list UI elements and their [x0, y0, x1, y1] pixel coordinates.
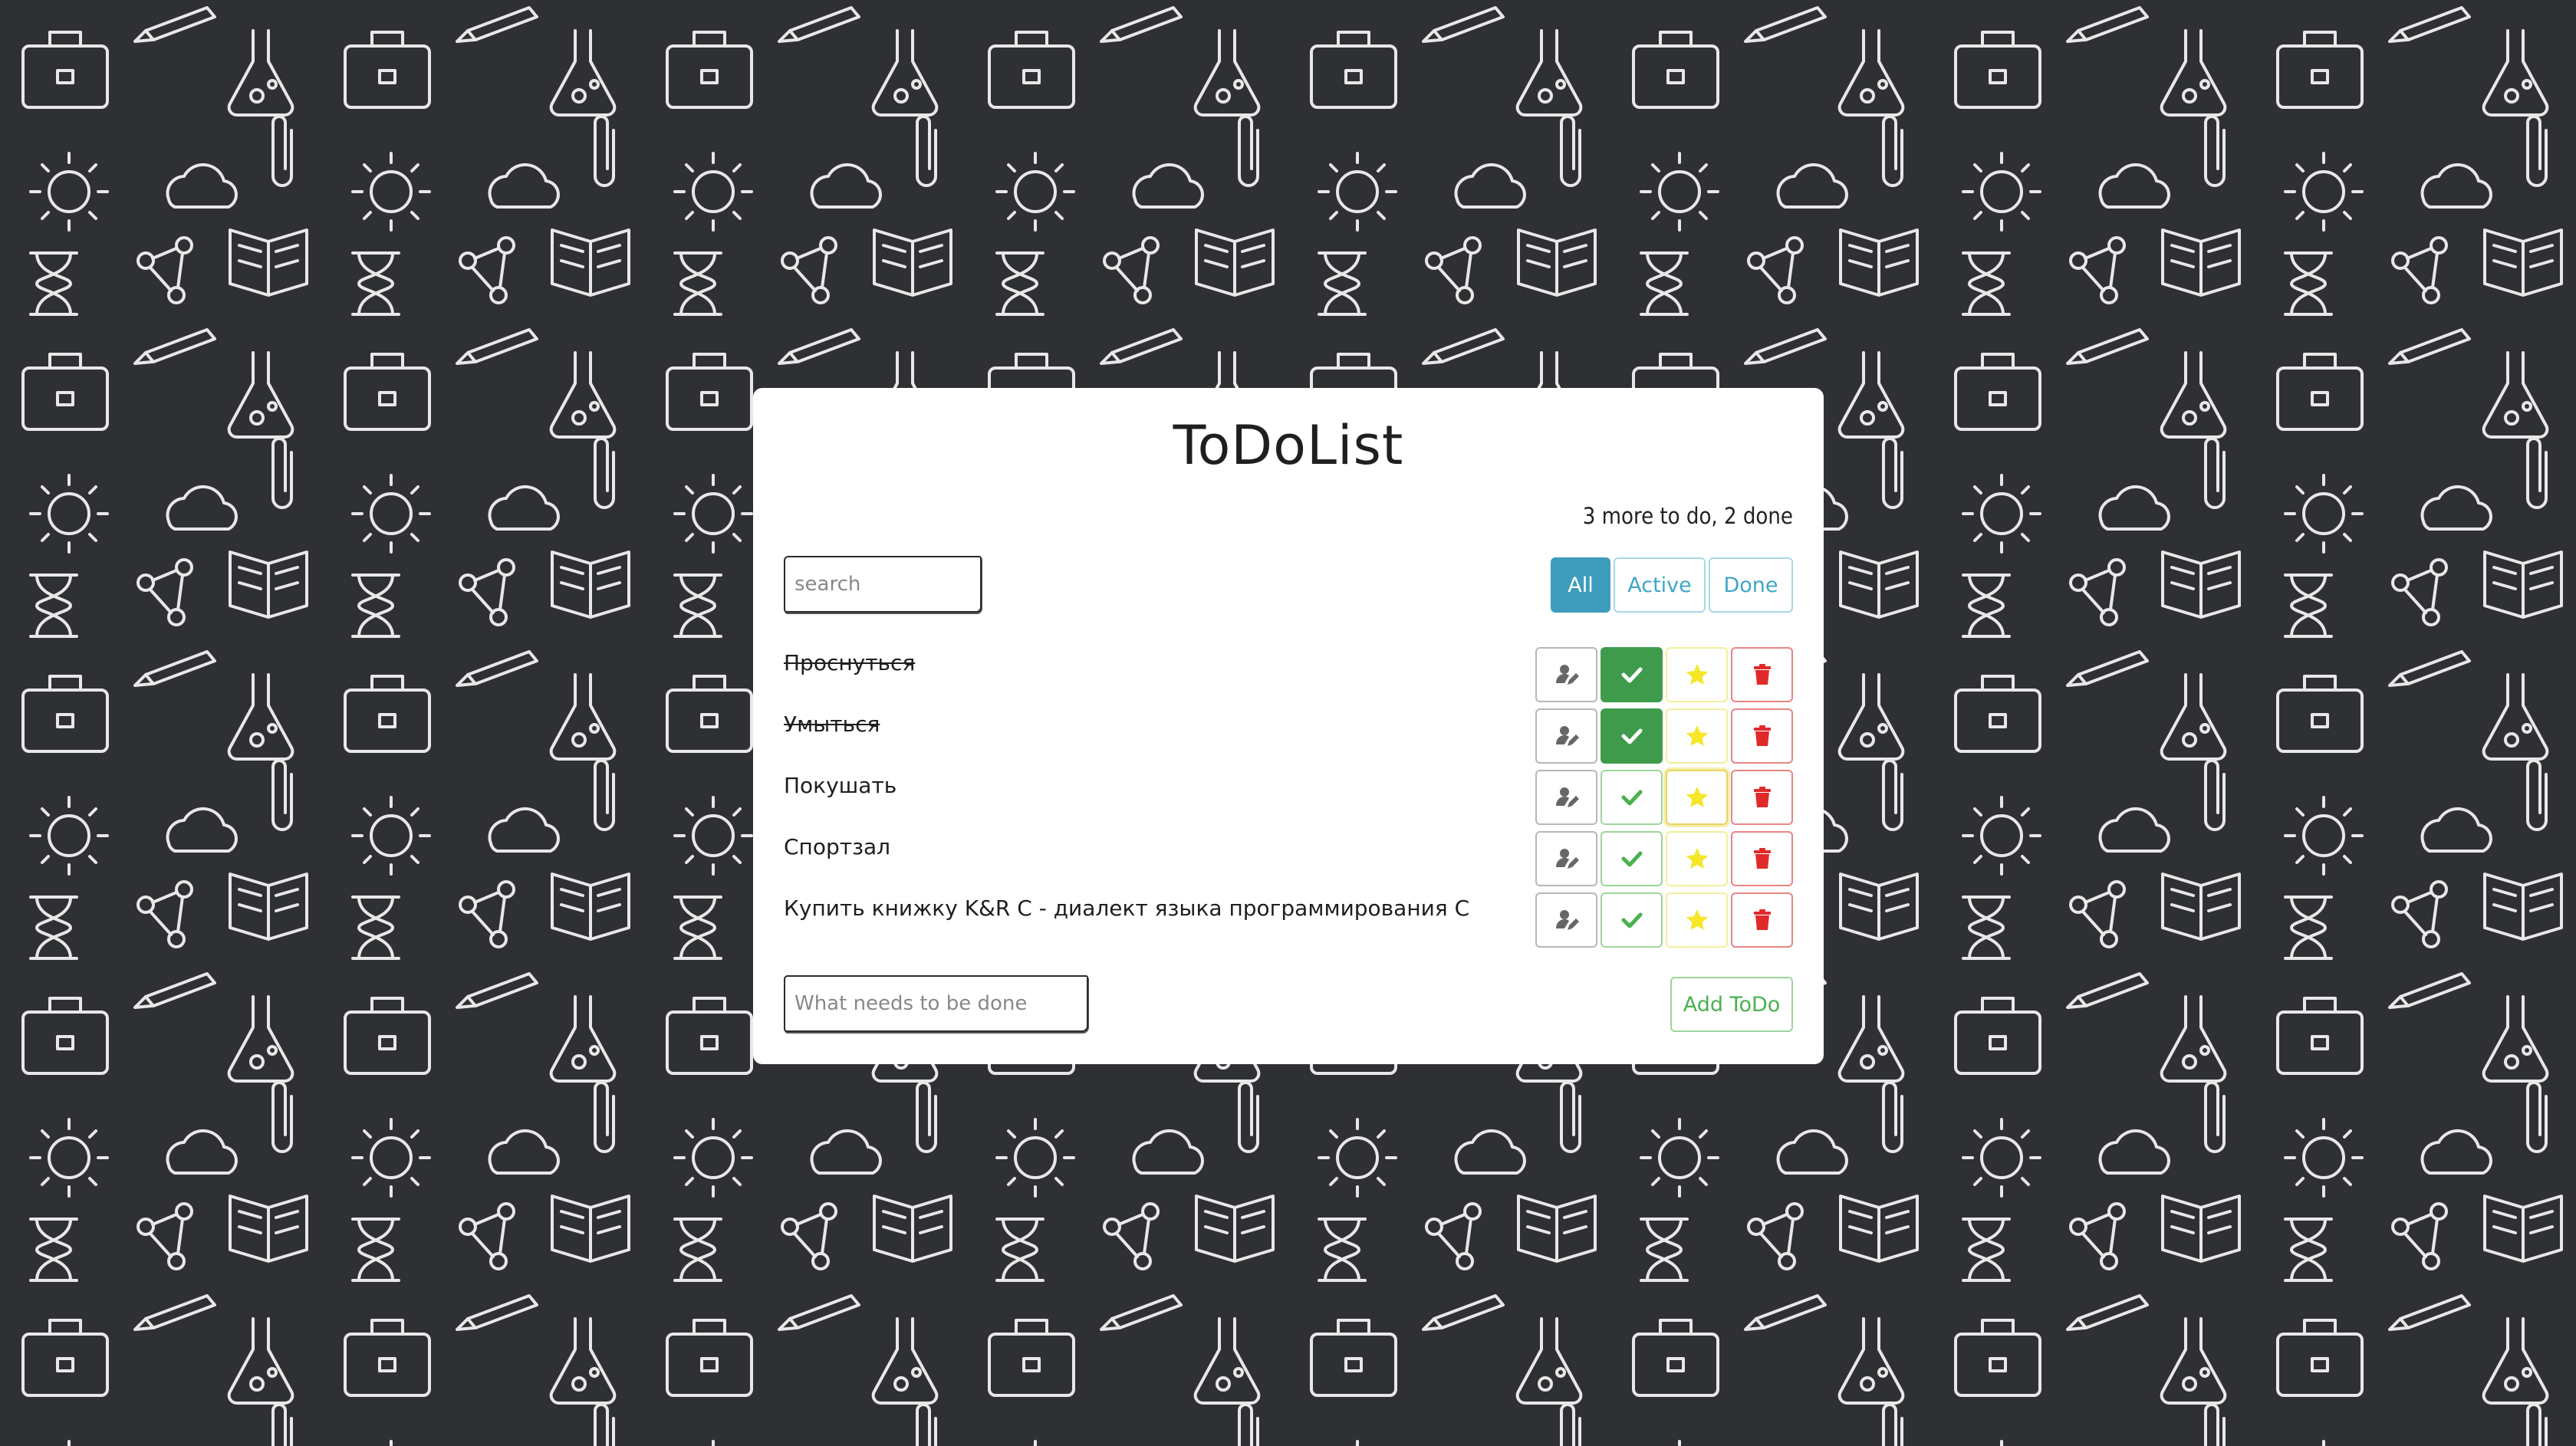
- user-edit-icon: [1555, 849, 1579, 869]
- user-edit-icon: [1555, 787, 1579, 807]
- todo-label[interactable]: Спортзал: [784, 834, 890, 859]
- delete-button[interactable]: [1731, 892, 1793, 948]
- star-icon: [1686, 725, 1708, 746]
- edit-button[interactable]: [1535, 892, 1597, 948]
- todo-actions: [1535, 708, 1793, 764]
- todo-label[interactable]: Купить книжку K&R C - диалект языка прог…: [784, 896, 1469, 921]
- user-edit-icon: [1555, 665, 1579, 685]
- mark-done-button[interactable]: [1601, 831, 1663, 886]
- filter-group: All Active Done: [1551, 557, 1793, 613]
- trash-icon: [1753, 909, 1771, 930]
- check-icon: [1621, 667, 1642, 683]
- trash-icon: [1753, 787, 1771, 807]
- filter-active-button[interactable]: Active: [1614, 557, 1706, 613]
- todo-card: ToDoList 3 more to do, 2 done All Active…: [753, 388, 1824, 1064]
- search-input[interactable]: [784, 556, 982, 613]
- mark-important-button[interactable]: [1666, 647, 1728, 702]
- trash-icon: [1753, 664, 1771, 685]
- todo-item: Проснуться: [784, 642, 1793, 704]
- todo-actions: [1535, 647, 1793, 702]
- filter-all-button[interactable]: All: [1551, 557, 1610, 613]
- todo-list: Проснуться Умыться Покушать Спортзал Куп…: [784, 642, 1793, 949]
- mark-important-button[interactable]: [1666, 831, 1728, 886]
- todo-label[interactable]: Покушать: [784, 773, 897, 798]
- todo-item: Спортзал: [784, 827, 1793, 888]
- todo-item: Покушать: [784, 765, 1793, 827]
- edit-button[interactable]: [1535, 708, 1597, 764]
- todo-label[interactable]: Умыться: [784, 711, 880, 737]
- todo-actions: [1535, 770, 1793, 825]
- todo-actions: [1535, 892, 1793, 948]
- todo-counter: 3 more to do, 2 done: [1582, 503, 1793, 529]
- user-edit-icon: [1555, 726, 1579, 746]
- mark-done-button[interactable]: [1601, 770, 1663, 825]
- check-icon: [1621, 790, 1642, 806]
- trash-icon: [1753, 848, 1771, 869]
- mark-important-button[interactable]: [1666, 708, 1728, 764]
- todo-label[interactable]: Проснуться: [784, 650, 915, 675]
- star-icon: [1686, 848, 1708, 869]
- edit-button[interactable]: [1535, 770, 1597, 825]
- mark-done-button[interactable]: [1601, 892, 1663, 948]
- check-icon: [1621, 912, 1642, 928]
- filter-done-button[interactable]: Done: [1709, 557, 1793, 613]
- mark-important-button[interactable]: [1666, 770, 1728, 825]
- mark-important-button[interactable]: [1666, 892, 1728, 948]
- delete-button[interactable]: [1731, 831, 1793, 886]
- check-icon: [1621, 851, 1642, 867]
- delete-button[interactable]: [1731, 708, 1793, 764]
- delete-button[interactable]: [1731, 647, 1793, 702]
- edit-button[interactable]: [1535, 647, 1597, 702]
- new-todo-input[interactable]: [784, 975, 1088, 1032]
- add-todo-button[interactable]: Add ToDo: [1670, 977, 1793, 1032]
- mark-done-button[interactable]: [1601, 647, 1663, 702]
- todo-item: Купить книжку K&R C - диалект языка прог…: [784, 888, 1793, 949]
- check-icon: [1621, 728, 1642, 744]
- edit-button[interactable]: [1535, 831, 1597, 886]
- app-title: ToDoList: [1173, 414, 1404, 477]
- star-icon: [1686, 909, 1708, 930]
- star-icon: [1686, 787, 1708, 807]
- mark-done-button[interactable]: [1601, 708, 1663, 764]
- todo-item: Умыться: [784, 704, 1793, 765]
- delete-button[interactable]: [1731, 770, 1793, 825]
- todo-actions: [1535, 831, 1793, 886]
- user-edit-icon: [1555, 910, 1579, 930]
- star-icon: [1686, 664, 1708, 685]
- trash-icon: [1753, 725, 1771, 746]
